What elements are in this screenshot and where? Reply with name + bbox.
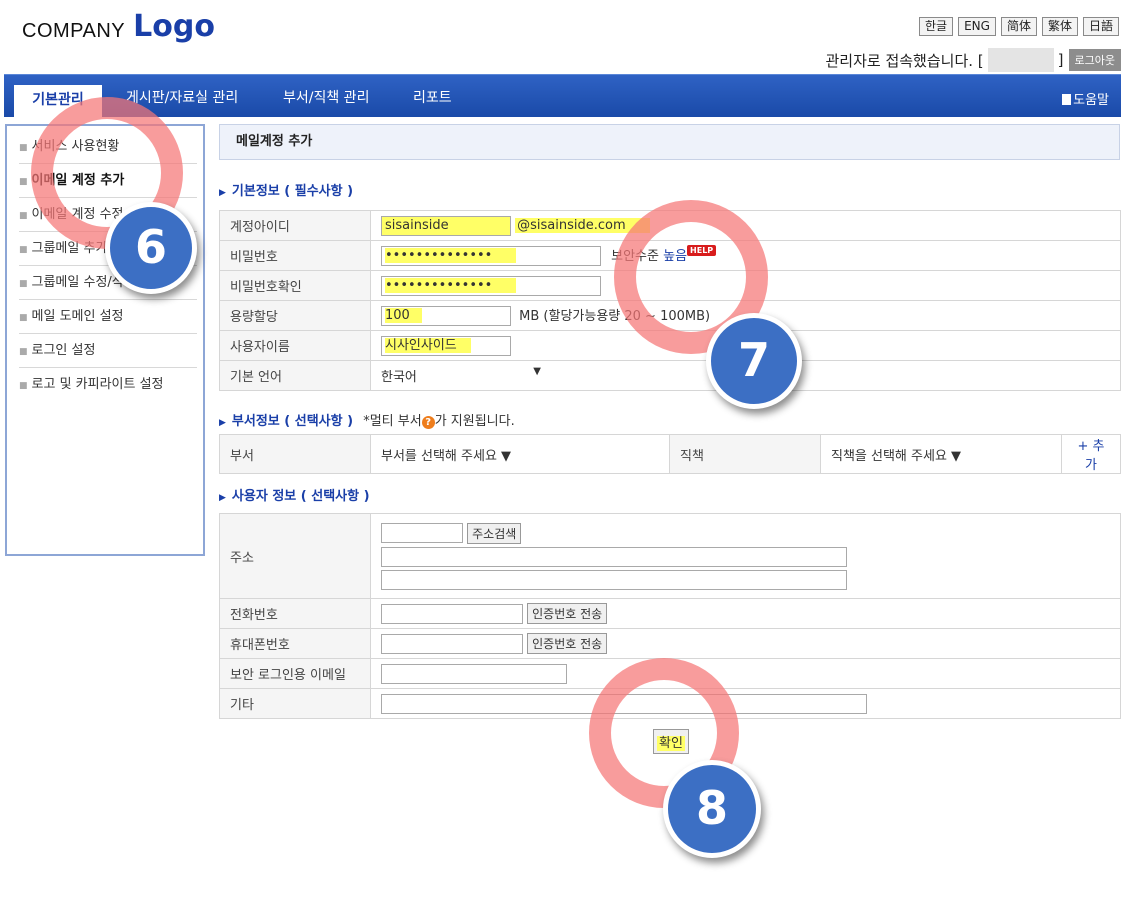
bullet-icon: ■ (19, 245, 28, 255)
annotation-badge-8: 8 (663, 760, 761, 858)
login-bracket: ] (1057, 51, 1064, 69)
lang-traditional-chinese[interactable]: 繁体 (1041, 17, 1078, 36)
table-row: 부서 부서를 선택해 주세요 ▼ 직책 직책을 선택해 주세요 ▼ + 추가 (219, 434, 1121, 474)
label-position: 직책 (669, 434, 821, 474)
logo-text: Logo (133, 9, 215, 44)
language-select[interactable]: 한국어 ▼ (381, 366, 541, 385)
lang-simplified-chinese[interactable]: 简体 (1000, 17, 1037, 36)
etc-cell (370, 688, 1121, 719)
triangle-icon: ▶ (219, 418, 226, 428)
document-icon (1062, 94, 1072, 105)
table-row: 기본 언어 한국어 ▼ (219, 360, 1121, 391)
main-nav: 기본관리 게시판/자료실 관리 부서/직책 관리 리포트 도움말 (4, 74, 1121, 119)
page-title: 메일계정 추가 (219, 124, 1120, 160)
sidebar-item-logo-copyright-settings[interactable]: ■ 로고 및 카피라이트 설정 (19, 368, 197, 401)
dropdown-arrow-icon: ▼ (533, 366, 541, 377)
bullet-icon: ■ (19, 313, 28, 323)
language-value: 한국어 (381, 370, 417, 385)
password-confirm-value: •••••••••••••• (385, 277, 517, 293)
password-value: •••••••••••••• (385, 248, 517, 264)
redacted-username (987, 48, 1054, 72)
lang-korean[interactable]: 한글 (919, 17, 954, 36)
phone-verify-button[interactable]: 인증번호 전송 (527, 603, 608, 624)
bullet-icon: ■ (19, 211, 28, 221)
quota-value: 100 (385, 308, 422, 324)
sidebar-item-label: 로고 및 카피라이트 설정 (31, 377, 164, 392)
address-cell: 주소검색 (370, 513, 1121, 599)
label-account-id: 계정아이디 (219, 210, 371, 241)
section-dept-info: ▶ 부서정보 ( 선택사항 ) *멀티 부서? 가 지원됩니다. (219, 410, 515, 429)
bullet-icon: ■ (19, 177, 28, 187)
address-line1-input[interactable] (381, 546, 847, 567)
question-icon[interactable]: ? (421, 416, 435, 429)
add-dept-button[interactable]: + 추가 (1061, 434, 1121, 474)
section-label: 기본정보 ( 필수사항 ) (231, 184, 354, 199)
section-basic-info: ▶ 기본정보 ( 필수사항 ) (219, 180, 353, 199)
mobile-verify-button[interactable]: 인증번호 전송 (527, 633, 608, 654)
label-phone: 전화번호 (219, 598, 371, 629)
dept-table: 부서 부서를 선택해 주세요 ▼ 직책 직책을 선택해 주세요 ▼ + 추가 (219, 434, 1121, 474)
label-username: 사용자이름 (219, 330, 371, 361)
phone-cell: 인증번호 전송 (370, 598, 1121, 629)
tab-department-management[interactable]: 부서/직책 관리 (283, 85, 369, 117)
company-logo: COMPANY Logo (22, 8, 215, 44)
section-label: 부서정보 ( 선택사항 ) (231, 414, 354, 429)
label-secure-email: 보안 로그인용 이메일 (219, 658, 371, 689)
multi-dept-note-suffix: 가 지원됩니다. (434, 414, 515, 429)
annotation-badge-6: 6 (105, 202, 197, 294)
lang-japanese[interactable]: 日語 (1082, 17, 1119, 36)
sidebar-item-label: 메일 도메인 설정 (31, 309, 124, 324)
account-id-input[interactable]: sisainside (381, 215, 511, 236)
login-status: 관리자로 접속했습니다. [ ] 로그아웃 (825, 48, 1121, 72)
secure-email-cell (370, 658, 1121, 689)
sidebar-item-mail-domain-settings[interactable]: ■ 메일 도메인 설정 (19, 300, 197, 334)
sidebar-item-login-settings[interactable]: ■ 로그인 설정 (19, 334, 197, 368)
label-mobile: 휴대폰번호 (219, 628, 371, 659)
label-quota: 용량할당 (219, 300, 371, 331)
password-input[interactable]: •••••••••••••• (381, 246, 601, 267)
company-name: COMPANY (22, 20, 126, 42)
logout-button[interactable]: 로그아웃 (1068, 49, 1121, 71)
section-user-info: ▶ 사용자 정보 ( 선택사항 ) (219, 485, 370, 504)
bullet-icon: ■ (19, 143, 28, 153)
tab-report[interactable]: 리포트 (413, 85, 452, 117)
secure-email-input[interactable] (381, 663, 567, 684)
multi-dept-note-prefix: *멀티 부서 (363, 414, 422, 429)
password-confirm-input[interactable]: •••••••••••••• (381, 275, 601, 296)
login-text: 관리자로 접속했습니다. [ (825, 51, 984, 70)
table-row: 주소 주소검색 (219, 513, 1121, 599)
address-search-button[interactable]: 주소검색 (467, 522, 522, 544)
table-row: 전화번호 인증번호 전송 (219, 598, 1121, 629)
section-label: 사용자 정보 ( 선택사항 ) (231, 489, 370, 504)
help-label: 도움말 (1073, 93, 1109, 108)
bullet-icon: ■ (19, 347, 28, 357)
lang-english[interactable]: ENG (958, 17, 996, 36)
label-password: 비밀번호 (219, 240, 371, 271)
mobile-input[interactable] (381, 633, 523, 654)
username-value: 시사인사이드 (385, 337, 471, 353)
bullet-icon: ■ (19, 381, 28, 391)
position-select[interactable]: 직책을 선택해 주세요 ▼ (820, 434, 1062, 474)
label-dept: 부서 (219, 434, 371, 474)
label-password-confirm: 비밀번호확인 (219, 270, 371, 301)
triangle-icon: ▶ (219, 493, 226, 503)
phone-input[interactable] (381, 603, 523, 624)
mobile-cell: 인증번호 전송 (370, 628, 1121, 659)
quota-input[interactable]: 100 (381, 306, 511, 327)
sidebar-item-label: 로그인 설정 (31, 343, 96, 358)
help-link[interactable]: 도움말 (1062, 89, 1109, 108)
zipcode-input[interactable] (381, 523, 463, 543)
label-address: 주소 (219, 513, 371, 599)
username-input[interactable]: 시사인사이드 (381, 335, 511, 356)
label-default-language: 기본 언어 (219, 360, 371, 391)
bullet-icon: ■ (19, 279, 28, 289)
triangle-icon: ▶ (219, 188, 226, 198)
annotation-badge-7: 7 (706, 313, 802, 409)
language-switcher: 한글 ENG 简体 繁体 日語 (919, 17, 1119, 36)
address-line2-input[interactable] (381, 569, 847, 590)
dept-select[interactable]: 부서를 선택해 주세요 ▼ (370, 434, 670, 474)
table-row: 휴대폰번호 인증번호 전송 (219, 628, 1121, 659)
label-etc: 기타 (219, 688, 371, 719)
